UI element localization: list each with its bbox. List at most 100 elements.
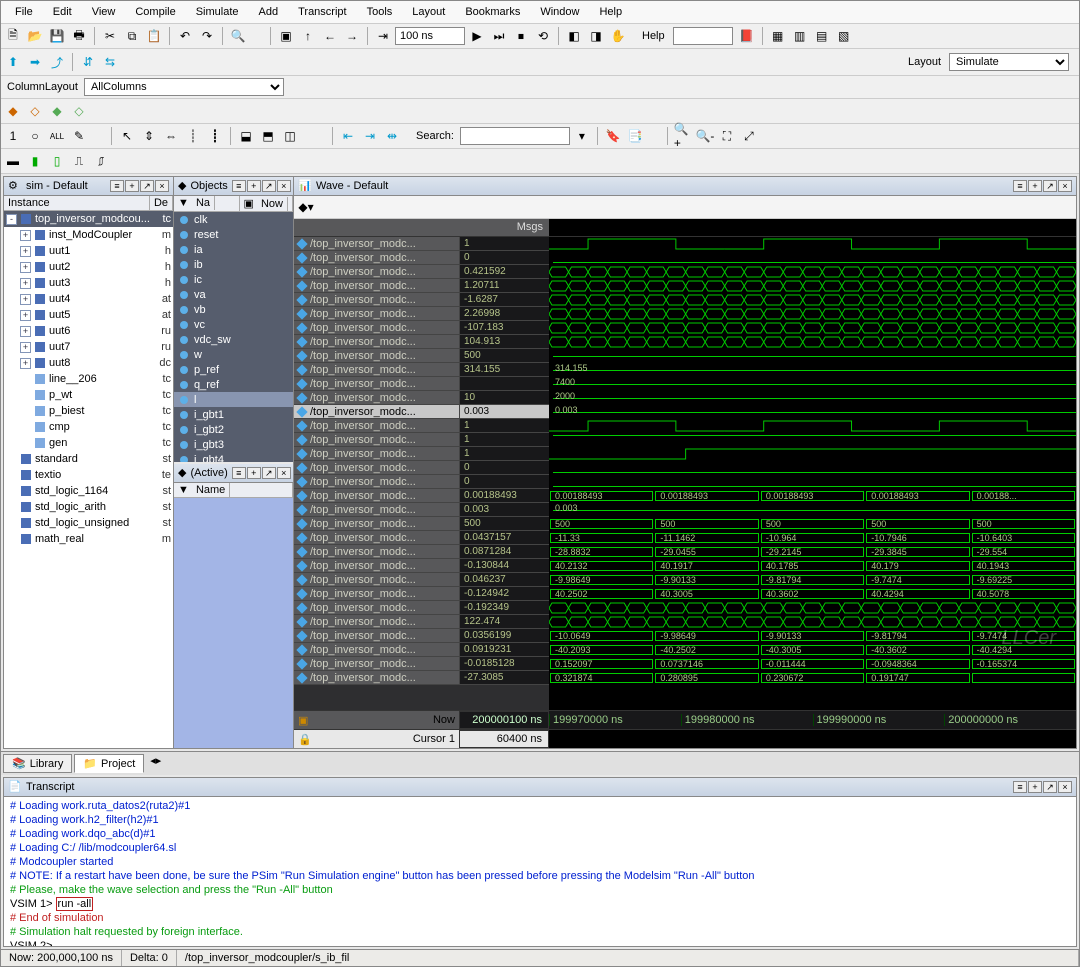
mode-1-btn[interactable]: 1 — [3, 126, 23, 146]
wave-close-icon[interactable]: × — [1058, 180, 1072, 192]
sim-row[interactable]: std_logic_unsignedst — [4, 515, 173, 531]
wave-style-d-icon[interactable]: ⎍ — [69, 151, 89, 171]
object-row[interactable]: l — [174, 392, 293, 407]
obj-max-icon[interactable]: + — [247, 180, 261, 192]
expander-icon[interactable] — [20, 390, 31, 401]
obj-dock-icon[interactable]: ≡ — [232, 180, 246, 192]
expander-icon[interactable] — [6, 486, 17, 497]
wave-dock-icon[interactable]: ≡ — [1013, 180, 1027, 192]
open-icon[interactable]: 📂 — [25, 26, 45, 46]
wave-add-icon[interactable]: ◆▾ — [296, 197, 316, 217]
trace-both-icon[interactable]: ⇹ — [382, 126, 402, 146]
expander-icon[interactable] — [6, 534, 17, 545]
tab-project[interactable]: 📁 Project — [74, 754, 144, 773]
wave-signal-row[interactable]: /top_inversor_modc... — [294, 321, 459, 335]
signal-c-icon[interactable]: ◫ — [280, 126, 300, 146]
menu-file[interactable]: File — [5, 3, 43, 21]
tr-close-icon[interactable]: × — [1058, 781, 1072, 793]
wave-signal-row[interactable]: /top_inversor_modc... — [294, 237, 459, 251]
wave-style-b-icon[interactable]: ▮ — [25, 151, 45, 171]
wave-signal-row[interactable]: /top_inversor_modc... — [294, 377, 459, 391]
trace-left-icon[interactable]: ⇤ — [338, 126, 358, 146]
sim-row[interactable]: +uut1h — [4, 243, 173, 259]
wave-signal-row[interactable]: /top_inversor_modc... — [294, 307, 459, 321]
help-go-icon[interactable]: 📕 — [737, 26, 757, 46]
signal-b-icon[interactable]: ⬒ — [258, 126, 278, 146]
wave-signal-row[interactable]: /top_inversor_modc... — [294, 643, 459, 657]
sim-row[interactable]: std_logic_1164st — [4, 483, 173, 499]
obj-col-now[interactable]: ▣ Now — [240, 196, 293, 211]
ruler-a-icon[interactable]: ┊ — [183, 126, 203, 146]
sim-row[interactable]: +inst_ModCouplerm — [4, 227, 173, 243]
copy-icon[interactable]: ⧉ — [122, 26, 142, 46]
wave-signal-row[interactable]: /top_inversor_modc... — [294, 391, 459, 405]
window-c-icon[interactable]: ▤ — [812, 26, 832, 46]
cut-icon[interactable]: ✂ — [100, 26, 120, 46]
cov-c-icon[interactable]: ◆ — [47, 101, 67, 121]
sim-col-instance[interactable]: Instance — [4, 196, 150, 210]
wave-style-e-icon[interactable]: ⎎ — [91, 151, 111, 171]
search-opts-icon[interactable]: ▾ — [572, 126, 592, 146]
act-close-icon[interactable]: × — [277, 467, 291, 479]
wave-signal-row[interactable]: /top_inversor_modc... — [294, 503, 459, 517]
tr-max-icon[interactable]: + — [1028, 781, 1042, 793]
expander-icon[interactable] — [20, 422, 31, 433]
wave-signal-row[interactable]: /top_inversor_modc... — [294, 335, 459, 349]
cov-a-icon[interactable]: ◆ — [3, 101, 23, 121]
sim-row[interactable]: line__206tc — [4, 371, 173, 387]
tr-undock-icon[interactable]: ↗ — [1043, 781, 1057, 793]
columnlayout-select[interactable]: AllColumns — [84, 78, 284, 96]
ruler-b-icon[interactable]: ┋ — [205, 126, 225, 146]
search-input[interactable] — [460, 127, 570, 145]
object-row[interactable]: p_ref — [174, 362, 293, 377]
nav-step-icon[interactable]: ⤴ — [47, 52, 67, 72]
run-length-input[interactable] — [395, 27, 465, 45]
save-icon[interactable]: 💾 — [47, 26, 67, 46]
nav-up-icon[interactable]: ⬆ — [3, 52, 23, 72]
wave-max-icon[interactable]: + — [1028, 180, 1042, 192]
act-dock-icon[interactable]: ≡ — [232, 467, 246, 479]
sim-row[interactable]: +uut7ru — [4, 339, 173, 355]
expander-icon[interactable] — [6, 518, 17, 529]
wave-signal-row[interactable]: /top_inversor_modc... — [294, 447, 459, 461]
wave-signal-row[interactable]: /top_inversor_modc... — [294, 265, 459, 279]
nav-d-icon[interactable]: ⇵ — [78, 52, 98, 72]
sim-row[interactable]: +uut2h — [4, 259, 173, 275]
wave-signal-row[interactable]: /top_inversor_modc... — [294, 419, 459, 433]
menu-window[interactable]: Window — [530, 3, 589, 21]
object-row[interactable]: reset — [174, 227, 293, 242]
layout-select[interactable]: Simulate — [949, 53, 1069, 71]
wave-signal-row[interactable]: /top_inversor_modc... — [294, 363, 459, 377]
menu-add[interactable]: Add — [249, 3, 289, 21]
object-row[interactable]: i_gbt1 — [174, 407, 293, 422]
cov-d-icon[interactable]: ◇ — [69, 101, 89, 121]
help-input[interactable] — [673, 27, 733, 45]
expander-icon[interactable]: + — [20, 262, 31, 273]
window-b-icon[interactable]: ▥ — [790, 26, 810, 46]
object-row[interactable]: vc — [174, 317, 293, 332]
mode-all-btn[interactable]: ALL — [47, 126, 67, 146]
sim-row[interactable]: p_biesttc — [4, 403, 173, 419]
zoom-in-icon[interactable]: 🔍+ — [673, 126, 693, 146]
zoom-full-icon[interactable]: ⛶ — [717, 126, 737, 146]
sim-row[interactable]: +uut4at — [4, 291, 173, 307]
wave-signal-row[interactable]: /top_inversor_modc... — [294, 531, 459, 545]
sim-dock-icon[interactable]: ≡ — [110, 180, 124, 192]
sim-row[interactable]: standardst — [4, 451, 173, 467]
undo-icon[interactable]: ↶ — [175, 26, 195, 46]
wave-signal-row[interactable]: /top_inversor_modc... — [294, 615, 459, 629]
expander-icon[interactable]: - — [6, 214, 17, 225]
expander-icon[interactable] — [6, 454, 17, 465]
tool-c-icon[interactable]: ✋ — [608, 26, 628, 46]
wave-plot[interactable]: 314.155740020000.0030.001884930.00188493… — [549, 219, 1076, 710]
sim-row[interactable]: p_wttc — [4, 387, 173, 403]
zoom-fit-icon[interactable]: ⤢ — [739, 126, 759, 146]
nav-right-icon[interactable]: ➡ — [25, 52, 45, 72]
zoom-out-icon[interactable]: 🔍- — [695, 126, 715, 146]
step-icon[interactable]: ⇥ — [373, 26, 393, 46]
object-row[interactable]: i_gbt4 — [174, 452, 293, 462]
zoom-v-icon[interactable]: ⇕ — [139, 126, 159, 146]
menu-compile[interactable]: Compile — [125, 3, 185, 21]
print-icon[interactable]: 🖶 — [69, 26, 89, 46]
redo-icon[interactable]: ↷ — [197, 26, 217, 46]
